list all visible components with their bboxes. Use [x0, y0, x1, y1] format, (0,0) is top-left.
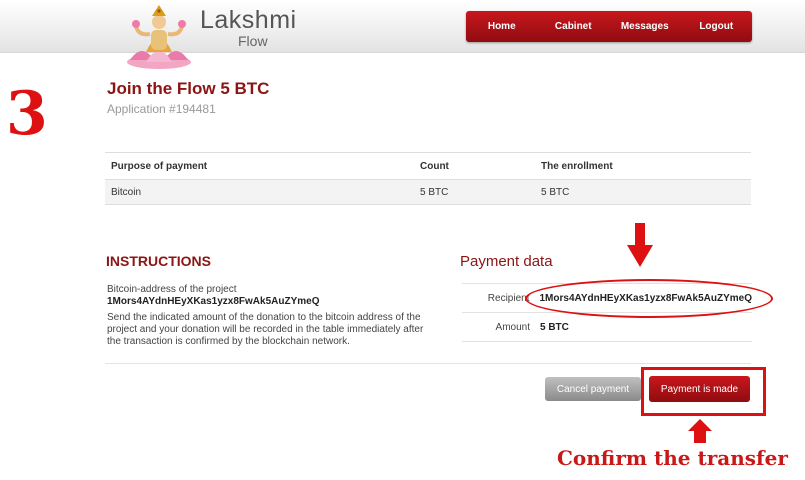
step-number-annotation: 3 [6, 79, 48, 149]
column-header-count: Count [414, 152, 535, 180]
table-header-row: Purpose of payment Count The enrollment [105, 152, 751, 180]
amount-value: 5 BTC [540, 321, 569, 333]
payment-table: Purpose of payment Count The enrollment … [105, 152, 751, 205]
down-arrow-icon [627, 223, 653, 267]
brand-name[interactable]: Lakshmi [200, 6, 297, 35]
button-highlight-box [641, 367, 766, 416]
nav-messages[interactable]: Messages [609, 11, 681, 42]
instructions-text: Send the indicated amount of the donatio… [107, 312, 424, 347]
instructions-title: INSTRUCTIONS [106, 253, 211, 269]
column-header-enrollment: The enrollment [535, 152, 751, 180]
main-nav: Home Cabinet Messages Logout [466, 11, 752, 42]
cell-count: 5 BTC [414, 179, 535, 205]
confirm-transfer-annotation: Confirm the transfer [557, 446, 788, 470]
nav-logout[interactable]: Logout [681, 11, 753, 42]
nav-home[interactable]: Home [466, 11, 538, 42]
brand-subtitle: Flow [238, 33, 268, 49]
nav-cabinet[interactable]: Cabinet [538, 11, 610, 42]
page-title: Join the Flow 5 BTC [107, 79, 270, 98]
column-header-purpose: Purpose of payment [105, 152, 414, 180]
goddess-logo-icon[interactable] [124, 2, 194, 70]
table-row: Bitcoin 5 BTC 5 BTC [105, 179, 751, 205]
address-label: Bitcoin-address of the project [107, 284, 237, 295]
amount-label: Amount [495, 321, 530, 333]
recipient-highlight-ellipse [525, 279, 773, 318]
cell-purpose: Bitcoin [105, 179, 414, 205]
section-divider [105, 363, 751, 364]
cancel-payment-button[interactable]: Cancel payment [545, 377, 641, 401]
application-number: Application #194481 [107, 102, 216, 116]
payment-data-title: Payment data [460, 253, 553, 270]
bitcoin-address[interactable]: 1Mors4AYdnHEyXKas1yzx8FwAk5AuZYmeQ [107, 296, 320, 307]
up-arrow-icon [688, 419, 712, 443]
cell-enrollment: 5 BTC [535, 179, 751, 205]
